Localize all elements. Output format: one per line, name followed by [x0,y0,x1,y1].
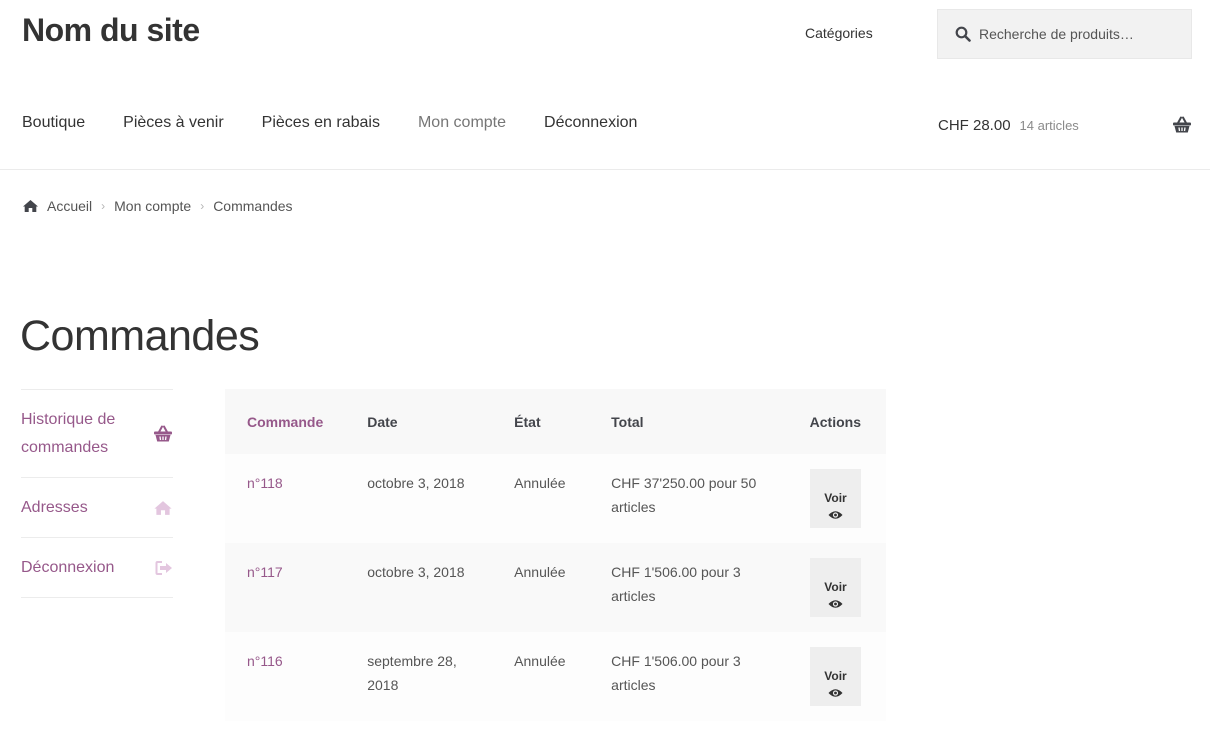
column-header-date: Date [345,389,493,454]
table-row: n°118 octobre 3, 2018 Annulée CHF 37'250… [225,454,886,543]
eye-icon [828,510,843,519]
chevron-right-icon: › [101,199,106,213]
page-title: Commandes [20,312,260,360]
site-title[interactable]: Nom du site [22,12,200,49]
chevron-right-icon: › [200,199,205,213]
account-navigation: Historique de commandes Adresses Déconne… [21,389,173,598]
view-order-button[interactable]: Voir [810,647,861,706]
account-nav-label: Adresses [21,499,88,516]
header-cart[interactable]: CHF 28.00 14 articles [938,116,1192,134]
basket-icon[interactable] [1172,116,1192,134]
nav-item-deconnexion[interactable]: Déconnexion [544,114,637,132]
order-actions: Voir [788,454,886,543]
column-header-total: Total [589,389,788,454]
cart-amount[interactable]: CHF 28.00 [938,117,1011,134]
view-order-button[interactable]: Voir [810,469,861,528]
view-button-label: Voir [824,668,847,683]
account-nav-addresses[interactable]: Adresses [21,478,173,538]
breadcrumb-home[interactable]: Accueil [47,198,92,214]
column-header-order: Commande [225,389,346,454]
table-header-row: Commande Date État Total Actions [225,389,886,454]
order-date: septembre 28, 2018 [345,632,493,721]
breadcrumb: Accueil › Mon compte › Commandes [22,198,293,214]
categories-link[interactable]: Catégories [805,25,873,41]
order-total: CHF 1'506.00 pour 3 articles [589,632,788,721]
view-button-label: Voir [824,490,847,505]
table-row: n°117 octobre 3, 2018 Annulée CHF 1'506.… [225,543,886,632]
order-status: Annulée [492,543,590,632]
breadcrumb-mon-compte[interactable]: Mon compte [114,198,191,214]
eye-icon [828,599,843,608]
column-header-actions: Actions [788,389,886,454]
home-icon [154,500,172,515]
order-actions: Voir [788,543,886,632]
order-number-link[interactable]: n°118 [225,454,346,543]
primary-navigation: Boutique Pièces à venir Pièces en rabais… [22,114,675,132]
view-order-button[interactable]: Voir [810,558,861,617]
orders-table: Commande Date État Total Actions n°118 o… [225,389,886,721]
basket-icon [154,425,172,441]
cart-count[interactable]: 14 articles [1020,118,1079,133]
column-header-status: État [492,389,590,454]
eye-icon [828,688,843,697]
account-nav-label: Déconnexion [21,559,115,576]
search-icon [955,26,971,42]
order-total: CHF 37'250.00 pour 50 articles [589,454,788,543]
breadcrumb-current: Commandes [213,198,293,214]
order-number-link[interactable]: n°117 [225,543,346,632]
account-nav-logout[interactable]: Déconnexion [21,538,173,598]
product-search[interactable] [937,9,1192,59]
order-status: Annulée [492,632,590,721]
sign-out-icon [155,560,172,575]
account-nav-orders[interactable]: Historique de commandes [21,390,173,478]
nav-item-pieces-en-rabais[interactable]: Pièces en rabais [262,114,380,132]
header-divider [0,169,1210,170]
view-button-label: Voir [824,579,847,594]
order-actions: Voir [788,632,886,721]
nav-item-mon-compte[interactable]: Mon compte [418,114,506,132]
order-date: octobre 3, 2018 [345,454,493,543]
account-nav-label: Historique de commandes [21,411,116,456]
order-number-link[interactable]: n°116 [225,632,346,721]
nav-item-boutique[interactable]: Boutique [22,114,85,132]
order-status: Annulée [492,454,590,543]
home-icon[interactable] [22,199,39,213]
nav-item-pieces-a-venir[interactable]: Pièces à venir [123,114,224,132]
order-total: CHF 1'506.00 pour 3 articles [589,543,788,632]
order-date: octobre 3, 2018 [345,543,493,632]
search-input[interactable] [979,26,1189,42]
table-row: n°116 septembre 28, 2018 Annulée CHF 1'5… [225,632,886,721]
